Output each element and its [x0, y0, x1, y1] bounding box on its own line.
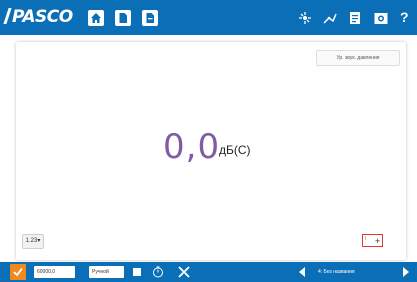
add-display-button[interactable]: Ӏ +	[362, 234, 383, 247]
checkmark-icon	[13, 267, 23, 277]
document-icon	[119, 13, 127, 23]
sensor-button[interactable]	[297, 10, 313, 26]
file-button[interactable]	[115, 10, 131, 26]
document-export-icon	[146, 13, 154, 23]
sampling-mode-field[interactable]: Ручной	[89, 266, 124, 278]
snapshot-button[interactable]	[373, 10, 389, 26]
stop-button[interactable]	[133, 268, 141, 276]
sample-rate-field[interactable]: 60000,0	[34, 266, 75, 278]
hardware-setup-icon	[323, 13, 337, 24]
data-summary-icon	[350, 12, 360, 24]
previous-page-icon[interactable]	[298, 267, 306, 277]
home-button[interactable]	[88, 10, 104, 26]
pasco-logo: PASCO	[3, 8, 73, 26]
digits-format-button[interactable]: 1.23▾	[22, 234, 44, 249]
export-button[interactable]	[142, 10, 158, 26]
measurement-unit: дБ(C)	[219, 143, 251, 157]
measurement-value: 0,0	[163, 127, 221, 167]
measurement-selector[interactable]: Ур. звук. давления	[316, 50, 400, 66]
sensor-icon	[299, 12, 311, 24]
top-toolbar: PASCO ?	[0, 0, 417, 35]
marker-label: Ӏ	[365, 236, 367, 242]
digits-format-label: 1.23	[25, 238, 38, 244]
next-page-icon[interactable]	[402, 267, 410, 277]
record-button[interactable]	[10, 264, 26, 280]
camera-icon	[374, 13, 388, 24]
bottom-controls: 60000,0 Ручной 4: Без названия	[0, 262, 417, 282]
chevron-down-icon: ▾	[37, 238, 41, 244]
digits-display-panel: Ур. звук. давления 0,0 дБ(C) 1.23▾ Ӏ +	[16, 42, 406, 260]
hardware-setup-button[interactable]	[322, 10, 338, 26]
page-title[interactable]: 4: Без названия	[318, 266, 355, 278]
tools-icon[interactable]	[177, 265, 191, 279]
help-button[interactable]: ?	[400, 9, 409, 25]
plus-icon: +	[375, 236, 381, 246]
timer-icon[interactable]	[152, 266, 164, 278]
home-icon	[91, 13, 101, 23]
data-summary-button[interactable]	[347, 10, 363, 26]
